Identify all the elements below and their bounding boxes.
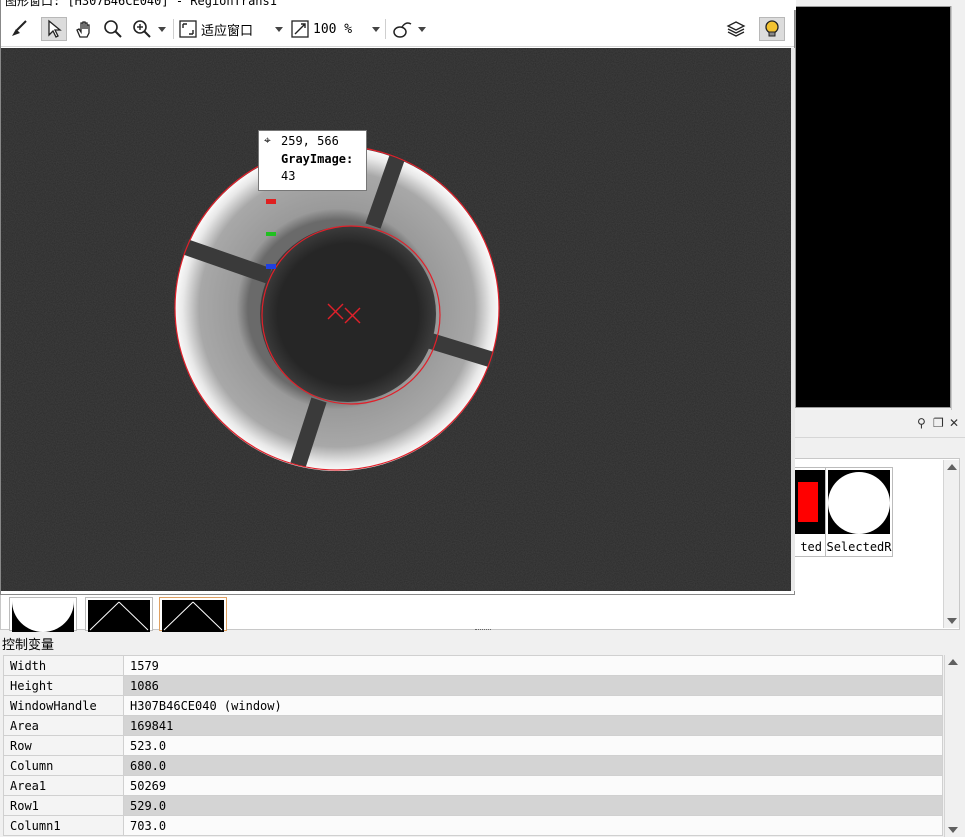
table-row[interactable]: Height 1086 — [3, 675, 943, 696]
toolbar-separator — [385, 19, 386, 39]
chevron-down-icon[interactable] — [158, 26, 166, 32]
brush-icon[interactable] — [7, 17, 31, 41]
image-canvas[interactable] — [1, 48, 791, 591]
control-vars-scrollbar[interactable] — [944, 655, 960, 837]
variable-name: Area1 — [3, 775, 124, 796]
variable-value: 169841 — [123, 715, 943, 736]
layers-icon[interactable] — [723, 17, 749, 41]
variable-name: Column1 — [3, 815, 124, 836]
ring-object — [175, 147, 499, 471]
zoom-in-icon[interactable] — [129, 17, 169, 41]
zoom-percent-label: 100 % — [313, 21, 353, 37]
zoom-mode-label: 适应窗口 — [201, 23, 254, 39]
variable-value: 523.0 — [123, 735, 943, 756]
variable-name: WindowHandle — [3, 695, 124, 716]
restore-icon[interactable]: ❐ — [933, 416, 944, 430]
table-row[interactable]: Column 680.0 — [3, 755, 943, 776]
chevron-down-icon[interactable] — [418, 26, 426, 32]
roi-draw-icon[interactable] — [389, 17, 429, 41]
variable-value: 1086 — [123, 675, 943, 696]
chevron-down-icon[interactable] — [372, 26, 381, 32]
variable-name: Row — [3, 735, 124, 756]
pixel-coords: 259, 566 — [281, 134, 339, 148]
variable-value: 50269 — [123, 775, 943, 796]
lightbulb-icon[interactable] — [759, 17, 785, 41]
table-row[interactable]: Column1 703.0 — [3, 815, 943, 836]
iconic-thumbnail[interactable] — [159, 597, 227, 632]
table-row[interactable]: WindowHandle H307B46CE040 (window) — [3, 695, 943, 716]
canvas-scrollbar[interactable] — [791, 48, 795, 591]
variable-value: H307B46CE040 (window) — [123, 695, 943, 716]
scroll-up-icon[interactable] — [947, 464, 957, 470]
scroll-up-icon[interactable] — [948, 659, 958, 665]
variable-name: Height — [3, 675, 124, 696]
control-variables-table: Width 1579 Height 1086 WindowHandle H307B46CE… — [3, 655, 943, 836]
thumbnail-caption: SelectedR — [826, 540, 892, 554]
thumbnail-image — [88, 600, 150, 632]
chevron-down-icon[interactable] — [275, 26, 284, 32]
variable-name: Column — [3, 755, 124, 776]
window-title: 图形窗口: [H307B46CE040] - RegionTrans1 — [5, 0, 277, 8]
right-panel-scrollbar[interactable] — [951, 6, 965, 410]
thumbnail-image — [12, 600, 74, 632]
variable-name: Width — [3, 655, 124, 676]
variable-value: 529.0 — [123, 795, 943, 816]
thumbnail-image — [162, 600, 224, 632]
splitter-grip[interactable] — [475, 629, 491, 632]
crosshair-icon: ⌖ — [264, 133, 271, 147]
toolbar-separator — [173, 19, 174, 39]
iconic-thumbnail[interactable] — [9, 597, 77, 632]
variable-name: Row1 — [3, 795, 124, 816]
graphics-toolbar: 适应窗口 100 % — [1, 11, 794, 47]
table-row[interactable]: Row 523.0 — [3, 735, 943, 756]
pointer-icon[interactable] — [41, 17, 67, 41]
scroll-down-icon[interactable] — [948, 827, 958, 833]
iconic-scrollbar[interactable] — [943, 460, 959, 628]
iconic-thumbnail[interactable] — [85, 597, 153, 632]
iconic-thumbnail[interactable]: SelectedR — [825, 467, 893, 557]
gray-value: 43 — [281, 169, 296, 183]
variable-panel-header: ⚲ ❐ ✕ — [795, 410, 965, 438]
table-row[interactable]: Row1 529.0 — [3, 795, 943, 816]
fit-window-dropdown[interactable]: 适应窗口 — [179, 17, 287, 41]
pin-icon[interactable]: ⚲ — [917, 416, 926, 430]
variable-value: 1579 — [123, 655, 943, 676]
hand-pan-icon[interactable] — [71, 17, 97, 41]
secondary-graphics-view — [795, 6, 951, 408]
close-icon[interactable]: ✕ — [794, 0, 796, 2]
zoom-icon[interactable] — [101, 17, 125, 41]
table-row[interactable]: Area1 50269 — [3, 775, 943, 796]
graphics-window-titlebar: 图形窗口: [H307B46CE040] - RegionTrans1 ❐ ✕ — [1, 0, 796, 10]
close-icon[interactable]: ✕ — [949, 416, 959, 430]
scroll-down-icon[interactable] — [947, 618, 957, 624]
fit-window-icon — [179, 20, 197, 38]
zoom-percent-icon — [291, 20, 309, 38]
image-name: GrayImage: — [281, 152, 354, 166]
variable-value: 680.0 — [123, 755, 943, 776]
variable-name: Area — [3, 715, 124, 736]
zoom-percent-dropdown[interactable]: 100 % — [291, 17, 381, 41]
graphics-window: 图形窗口: [H307B46CE040] - RegionTrans1 ❐ ✕ … — [0, 0, 796, 595]
variable-value: 703.0 — [123, 815, 943, 836]
rgb-icon — [266, 171, 276, 269]
pixel-info-tooltip: ⌖ 259, 566 GrayImage: 43 — [258, 130, 367, 269]
table-row[interactable]: Width 1579 — [3, 655, 943, 676]
control-variables-title: 控制变量 — [2, 638, 55, 653]
thumbnail-image — [828, 470, 890, 534]
table-row[interactable]: Area 169841 — [3, 715, 943, 736]
